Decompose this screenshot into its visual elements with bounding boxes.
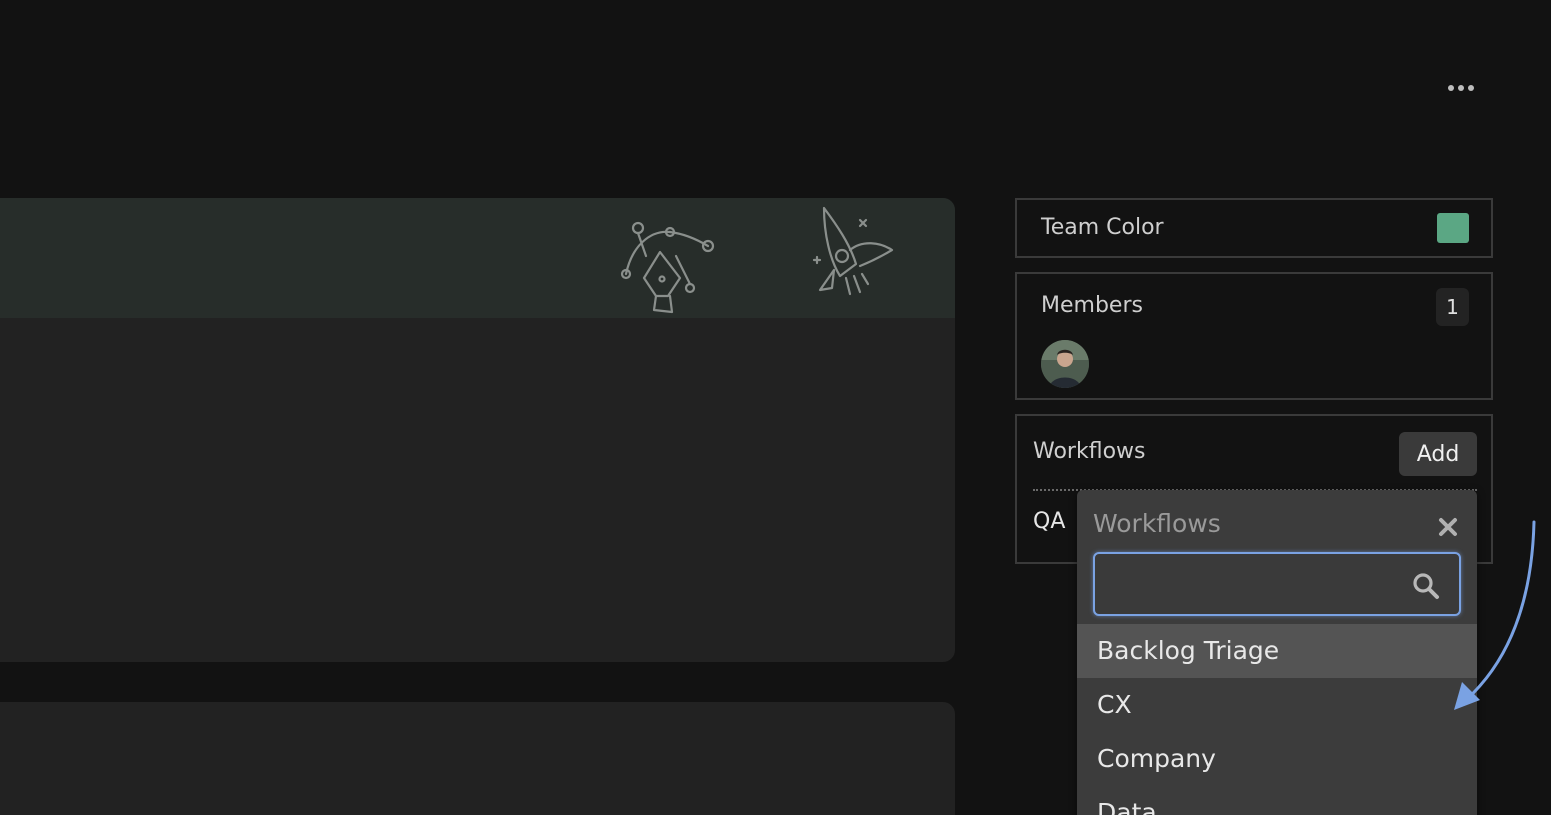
workflows-label: Workflows [1033, 439, 1146, 464]
more-horizontal-icon[interactable] [1440, 74, 1482, 102]
team-color-label: Team Color [1041, 215, 1164, 240]
page: Team Color Members 1 Workflows Add QA Wo… [0, 0, 1551, 815]
add-workflow-button[interactable]: Add [1399, 432, 1477, 476]
team-color-panel: Team Color [1015, 198, 1493, 258]
rocket-icon [812, 206, 894, 296]
member-avatar[interactable] [1041, 340, 1089, 388]
team-color-swatch[interactable] [1437, 213, 1469, 243]
workflow-option-data[interactable]: Data [1077, 786, 1477, 815]
team-banner [0, 198, 955, 318]
search-icon [1413, 573, 1439, 599]
team-card [0, 198, 955, 662]
dropdown-title: Workflows [1093, 509, 1221, 538]
pen-tool-icon [620, 221, 715, 314]
avatar-person-icon [1041, 340, 1089, 388]
members-label: Members [1041, 293, 1143, 318]
dot [1458, 85, 1464, 91]
annotation-arrow-icon [1454, 520, 1536, 710]
dot [1468, 85, 1474, 91]
secondary-card [0, 702, 955, 815]
workflow-option-backlog-triage[interactable]: Backlog Triage [1077, 624, 1477, 678]
workflow-option-company[interactable]: Company [1077, 732, 1477, 786]
members-count-badge: 1 [1436, 288, 1469, 326]
workflow-option-cx[interactable]: CX [1077, 678, 1477, 732]
workflow-item-qa[interactable]: QA [1033, 509, 1065, 534]
workflow-search-field [1093, 552, 1461, 616]
members-panel: Members 1 [1015, 272, 1493, 400]
dot [1448, 85, 1454, 91]
workflow-options-list: Backlog Triage CX Company Data [1077, 624, 1477, 815]
workflows-dropdown: Workflows Backlog Triage CX Company Data [1077, 490, 1477, 815]
workflow-search-input[interactable] [1107, 564, 1401, 606]
